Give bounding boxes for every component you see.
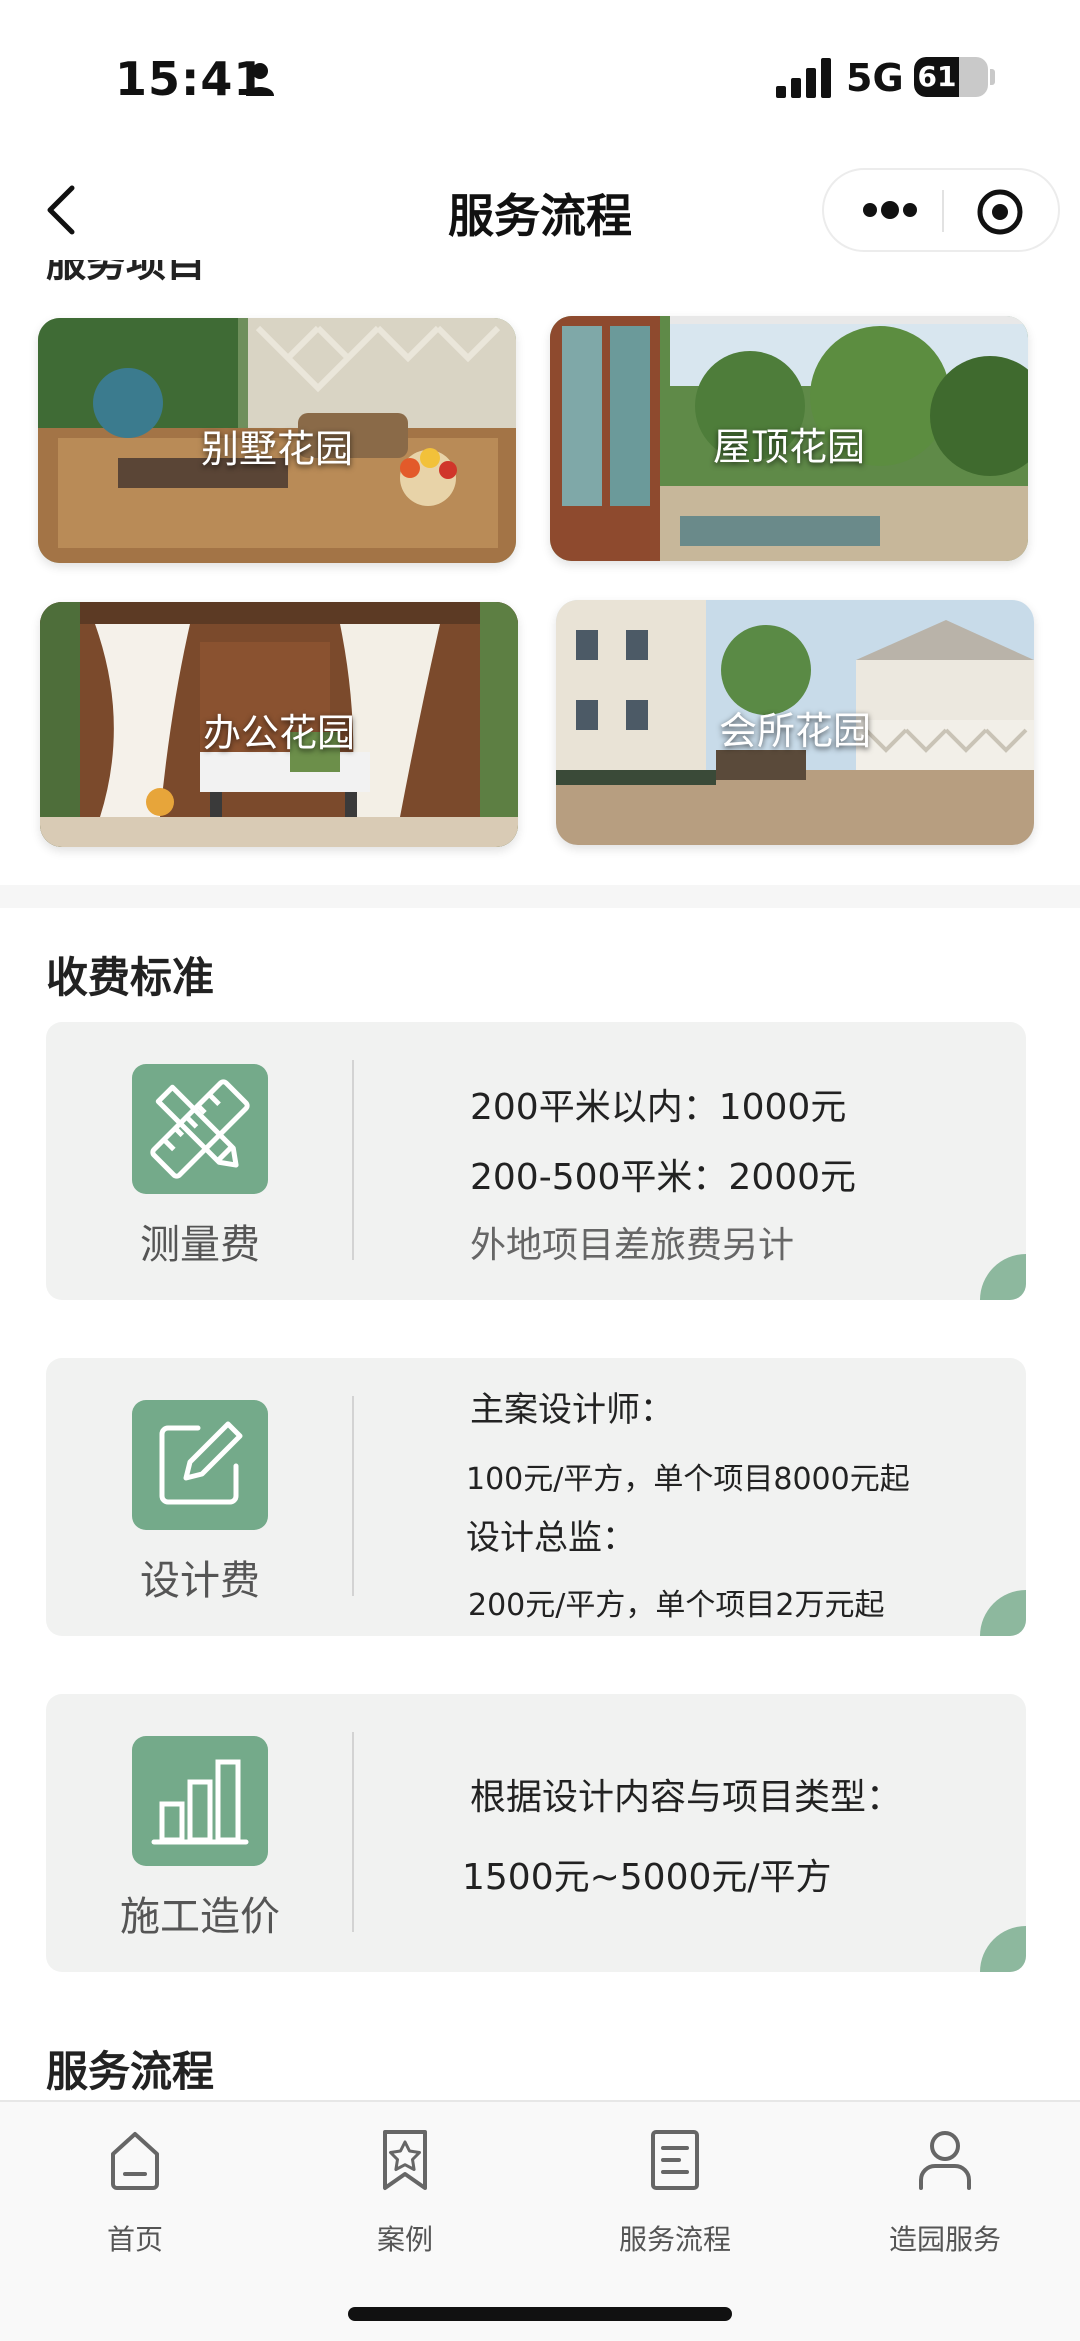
fee-line: 外地项目差旅费另计 <box>470 1225 795 1266</box>
battery-level: 61 <box>917 60 957 93</box>
page-content[interactable]: 服务项目 别墅花园 屋顶花园 办公花园 会所花园 收费标准 测量费 200平米以… <box>0 260 1080 2100</box>
battery-icon: 61 <box>914 57 988 97</box>
fee-name: 施工造价 <box>120 1894 280 1940</box>
edit-icon <box>159 1421 243 1505</box>
document-icon <box>651 2130 699 2190</box>
service-items-section: 服务项目 别墅花园 屋顶花园 办公花园 会所花园 <box>0 260 1080 885</box>
tile-label: 办公花园 <box>202 711 355 755</box>
tab-label: 服务流程 <box>618 2223 731 2256</box>
tab-cases[interactable]: 案例 <box>305 2122 505 2272</box>
capsule-divider <box>942 190 944 232</box>
status-time: 15:41 <box>115 52 267 106</box>
tab-service-process[interactable]: 服务流程 <box>575 2122 775 2272</box>
signal-icon <box>776 58 831 98</box>
fee-line: 设计总监： <box>466 1518 636 1558</box>
tab-home[interactable]: 首页 <box>35 2122 235 2272</box>
fee-line: 根据设计内容与项目类型： <box>470 1777 903 1818</box>
mini-program-capsule <box>822 168 1060 252</box>
fees-section: 收费标准 测量费 200平米以内：1000元 200-500平米：2000元 外… <box>0 908 1080 2100</box>
person-icon <box>246 63 274 96</box>
tile-villa-garden[interactable]: 别墅花园 <box>38 318 516 563</box>
tab-bar: 首页 案例 服务流程 造园服务 <box>0 2100 1080 2341</box>
card-corner-accent <box>980 1926 1026 1972</box>
card-corner-accent <box>980 1590 1026 1636</box>
fee-line: 1500元~5000元/平方 <box>462 1857 832 1898</box>
tile-rooftop-garden[interactable]: 屋顶花园 <box>550 316 1028 561</box>
fee-card-design: 设计费 主案设计师： 100元/平方，单个项目8000元起 设计总监： 200元… <box>46 1358 1026 1636</box>
fee-line: 200元/平方，单个项目2万元起 <box>468 1588 885 1623</box>
tile-label: 屋顶花园 <box>712 425 865 469</box>
home-indicator[interactable] <box>348 2307 732 2321</box>
home-icon <box>111 2132 159 2190</box>
fee-card-measurement: 测量费 200平米以内：1000元 200-500平米：2000元 外地项目差旅… <box>46 1022 1026 1300</box>
service-items-heading: 服务项目 <box>46 260 206 286</box>
fee-icon-box <box>132 1736 268 1866</box>
tile-office-garden[interactable]: 办公花园 <box>40 602 518 847</box>
tab-garden-service[interactable]: 造园服务 <box>845 2122 1045 2272</box>
fee-line: 200平米以内：1000元 <box>470 1087 847 1128</box>
process-title: 服务流程 <box>46 2047 215 2096</box>
fee-line: 主案设计师： <box>470 1390 674 1430</box>
tile-club-garden[interactable]: 会所花园 <box>556 600 1034 845</box>
card-divider <box>352 1060 354 1260</box>
status-bar: 15:41 5G 61 <box>0 0 1080 160</box>
card-corner-accent <box>980 1254 1026 1300</box>
fees-title: 收费标准 <box>46 953 215 1002</box>
more-icon[interactable] <box>860 198 920 222</box>
fee-icon-box <box>132 1400 268 1530</box>
fee-icon-box <box>132 1064 268 1194</box>
card-divider <box>352 1732 354 1932</box>
nav-bar: 服务流程 <box>0 160 1080 260</box>
fee-line: 100元/平方，单个项目8000元起 <box>466 1462 910 1497</box>
tab-label: 案例 <box>376 2223 433 2256</box>
ruler-pencil-icon <box>150 1079 250 1179</box>
bookmark-star-icon <box>383 2130 427 2190</box>
card-divider <box>352 1396 354 1596</box>
tab-label: 首页 <box>106 2223 163 2256</box>
tab-label: 造园服务 <box>888 2223 1001 2256</box>
fee-line: 200-500平米：2000元 <box>470 1157 857 1198</box>
battery-tip <box>990 69 995 85</box>
network-type: 5G <box>846 56 904 100</box>
fee-card-construction: 施工造价 根据设计内容与项目类型： 1500元~5000元/平方 <box>46 1694 1026 1972</box>
tile-label: 会所花园 <box>718 709 871 753</box>
user-icon <box>919 2131 971 2190</box>
bar-chart-icon <box>151 1759 249 1845</box>
close-target-icon[interactable] <box>976 188 1024 236</box>
fee-name: 测量费 <box>140 1222 260 1268</box>
fee-name: 设计费 <box>140 1558 260 1604</box>
tile-label: 别墅花园 <box>200 427 353 471</box>
